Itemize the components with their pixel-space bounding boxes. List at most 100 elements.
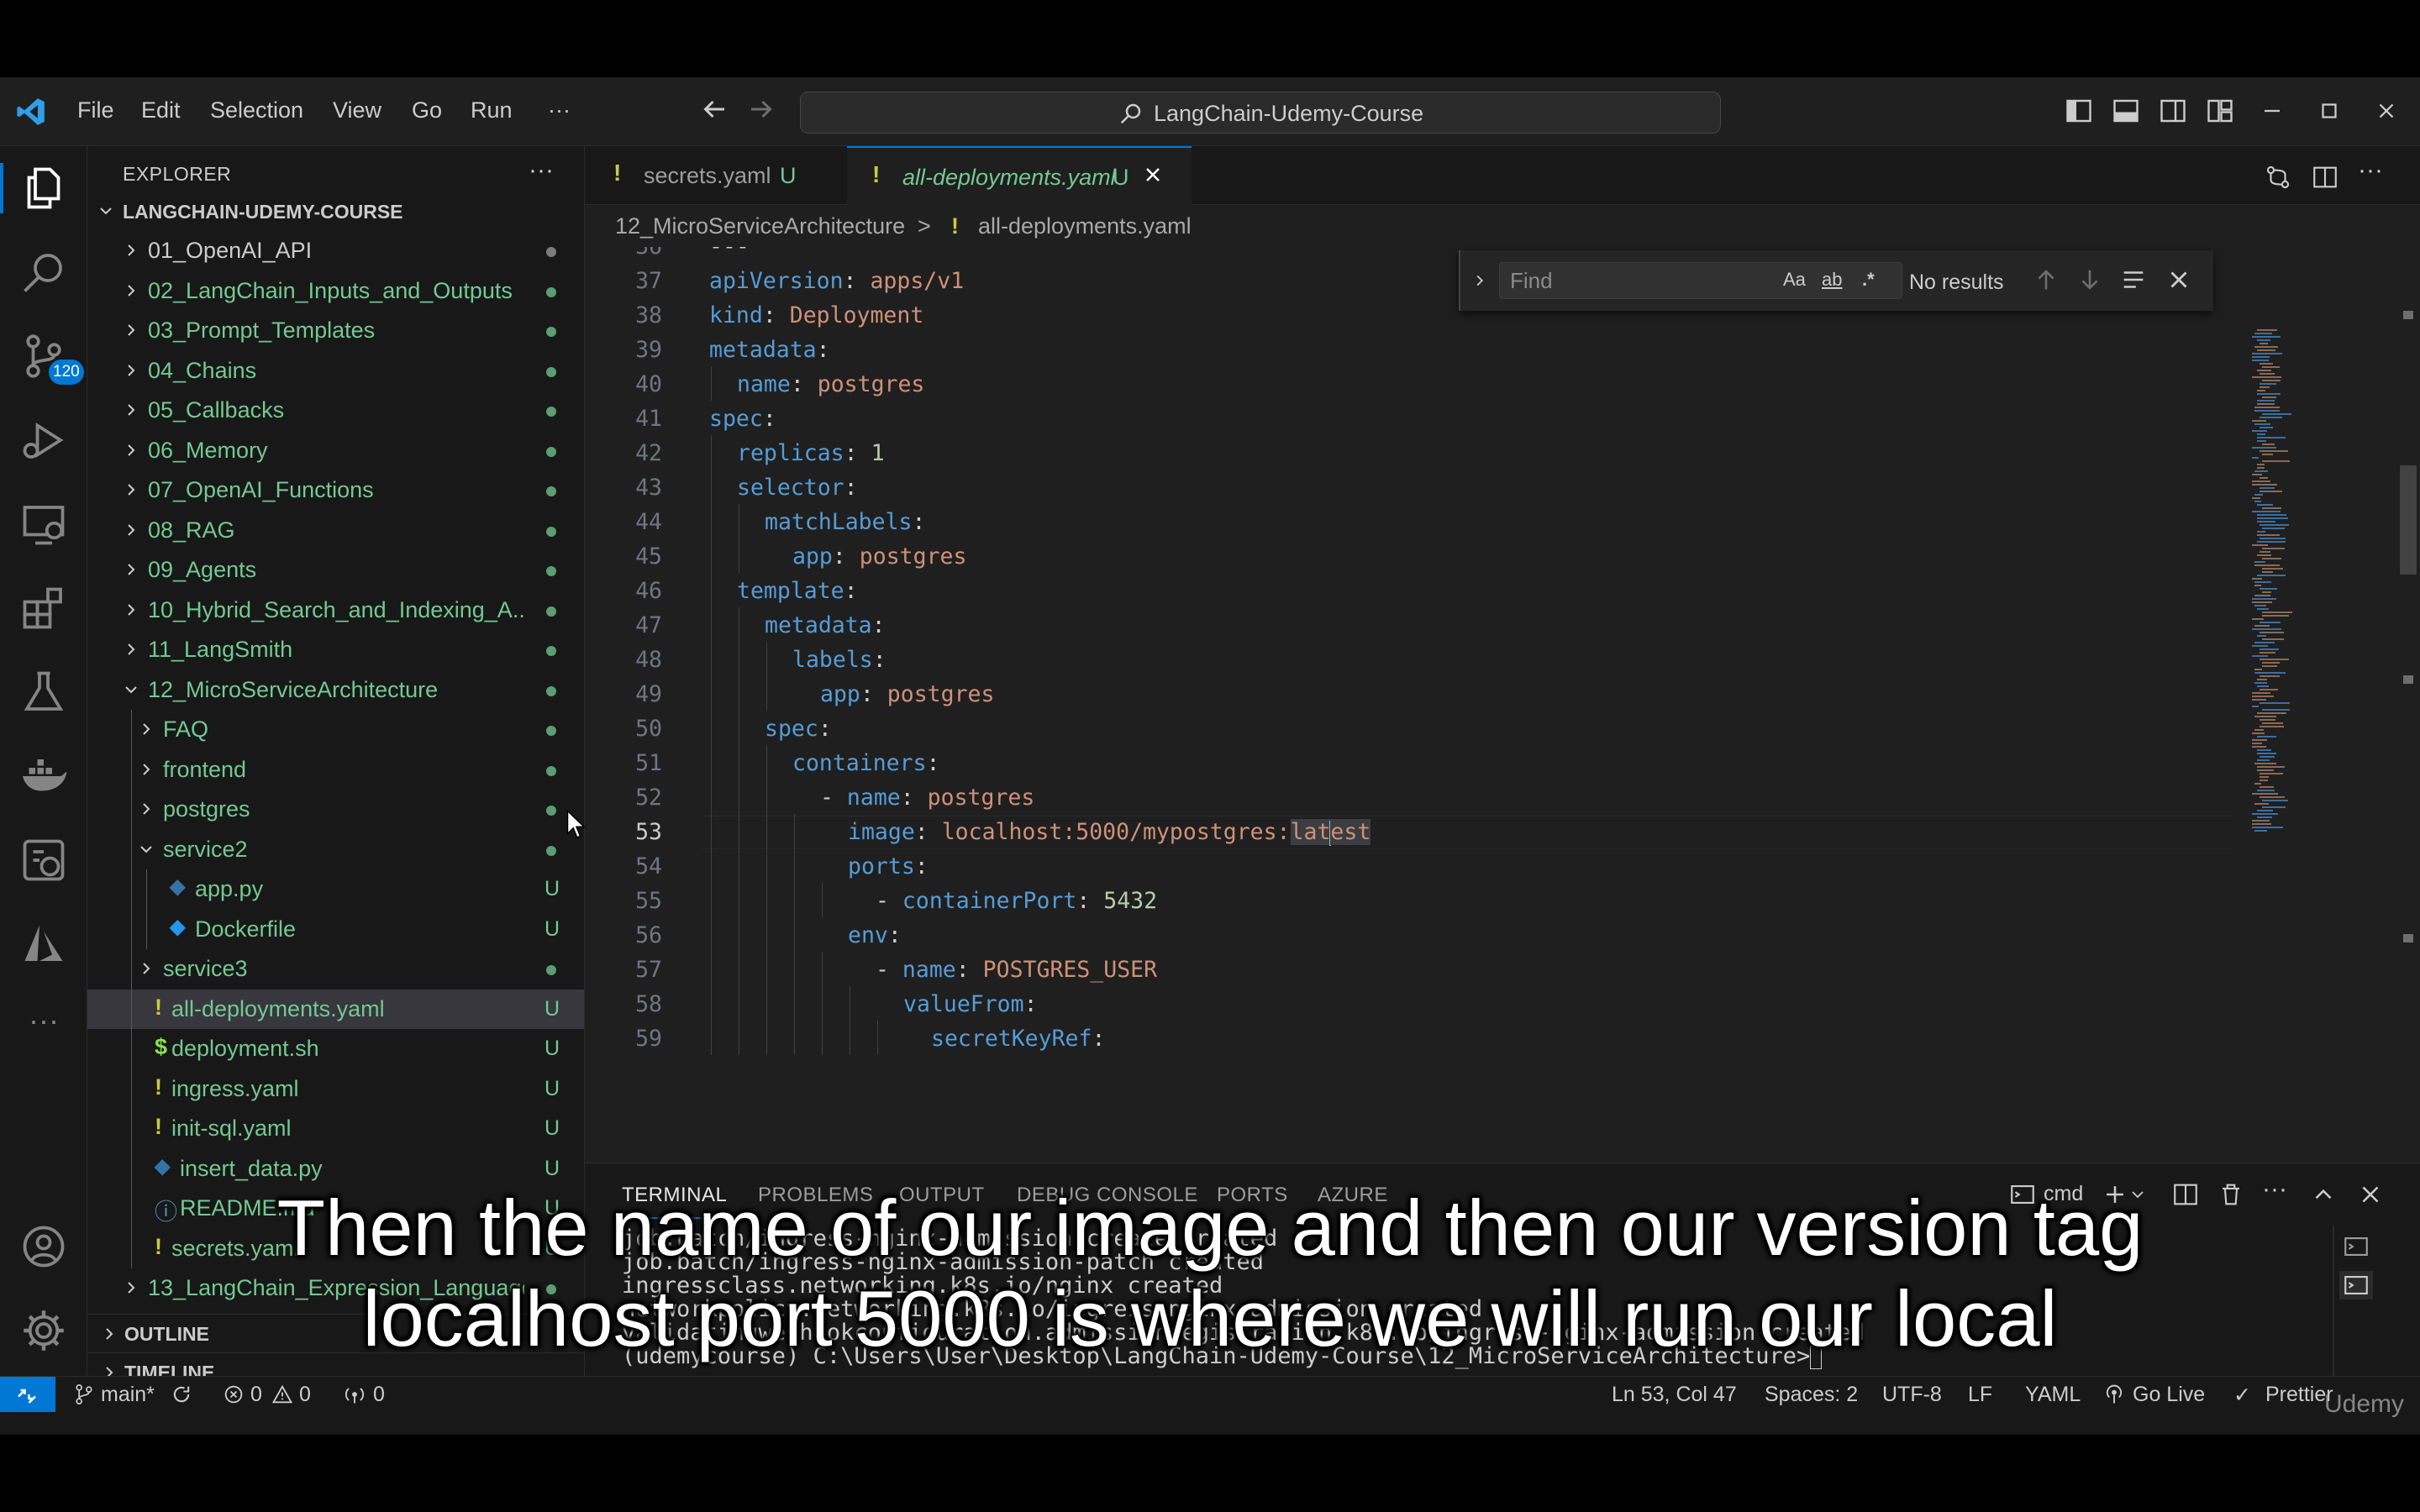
source-control-activity-button[interactable]: 120: [18, 331, 84, 385]
file-item[interactable]: ! ingress.yaml U: [87, 1069, 584, 1109]
menu-file[interactable]: File: [77, 97, 114, 123]
minimap-line: [2262, 662, 2280, 664]
explorer-activity-button[interactable]: [0, 163, 69, 213]
menu-view[interactable]: View: [333, 97, 381, 123]
folder-item[interactable]: 08_RAG: [87, 511, 584, 550]
folder-item[interactable]: 07_OpenAI_Functions: [87, 470, 584, 510]
go-live-button[interactable]: Go Live: [2133, 1383, 2205, 1407]
open-changes-icon[interactable]: [2264, 163, 2292, 192]
find-in-selection-icon[interactable]: [2119, 265, 2148, 294]
close-icon[interactable]: [2165, 265, 2193, 294]
folder-item[interactable]: frontend: [87, 750, 584, 790]
close-icon[interactable]: [1141, 163, 1165, 186]
toggle-primary-sidebar-icon[interactable]: [2064, 96, 2094, 126]
menu-selection[interactable]: Selection: [210, 97, 303, 123]
customize-layout-icon[interactable]: [2205, 96, 2235, 126]
check-icon: ✓: [2233, 1383, 2251, 1407]
editor-scrollbar[interactable]: [2391, 247, 2417, 1163]
minimap-line: [2260, 756, 2275, 758]
minimap-line: [2252, 447, 2276, 449]
minimap-line: [2262, 548, 2285, 549]
yaml-key: app: [792, 543, 833, 570]
chevron-right-icon: [143, 803, 150, 815]
back-arrow-icon[interactable]: [699, 94, 729, 124]
docker-activity-button[interactable]: [18, 751, 69, 801]
forward-arrow-icon[interactable]: [746, 94, 776, 124]
menu-edit[interactable]: Edit: [141, 97, 181, 123]
more-actions-icon[interactable]: ···: [2358, 156, 2386, 185]
search-activity-button[interactable]: [18, 247, 69, 297]
minimap[interactable]: [2249, 329, 2375, 850]
menu-more[interactable]: ···: [548, 97, 571, 123]
branch-name[interactable]: main*: [101, 1383, 155, 1407]
menu-go[interactable]: Go: [412, 97, 442, 123]
prettier-status[interactable]: Prettier: [2265, 1383, 2333, 1407]
tab-all-deployments-yaml[interactable]: ! all-deployments.yaml U: [847, 146, 1192, 205]
warning-icon[interactable]: [271, 1383, 294, 1406]
sync-icon[interactable]: [170, 1383, 193, 1406]
more-activities-icon[interactable]: ···: [18, 1003, 69, 1053]
close-window-icon[interactable]: [2371, 96, 2402, 126]
breadcrumb-folder[interactable]: 12_MicroServiceArchitecture: [615, 213, 905, 239]
file-item[interactable]: $ deployment.sh U: [87, 1029, 584, 1068]
command-center-search[interactable]: LangChain-Udemy-Course: [800, 92, 1721, 134]
file-item[interactable]: ◆ Dockerfile U: [87, 910, 584, 949]
folder-item[interactable]: 03_Prompt_Templates: [87, 311, 584, 350]
testing-activity-button[interactable]: [18, 667, 69, 717]
remote-explorer-activity-button[interactable]: [18, 499, 69, 549]
menu-run[interactable]: Run: [471, 97, 513, 123]
code-token: :: [843, 268, 871, 294]
kubernetes-activity-button[interactable]: [18, 835, 69, 885]
folder-item[interactable]: 09_Agents: [87, 550, 584, 590]
explorer-more-actions[interactable]: ···: [529, 156, 554, 185]
minimap-line: [2257, 759, 2270, 761]
folder-item[interactable]: 01_OpenAI_API: [87, 231, 584, 270]
folder-item[interactable]: 06_Memory: [87, 431, 584, 470]
arrow-down-icon[interactable]: [2075, 265, 2104, 294]
azure-activity-button[interactable]: [18, 919, 69, 969]
match-case-toggle[interactable]: Aa: [1783, 269, 1806, 291]
run-debug-activity-button[interactable]: [18, 415, 69, 465]
cursor-position[interactable]: Ln 53, Col 47: [1612, 1383, 1737, 1407]
code-editor[interactable]: 36 37 38 39 40 41 42 43 44 45 46 47 48 49 50 51 52 53 54 55…: [585, 247, 2420, 1163]
chevron-right-icon: [143, 763, 150, 775]
minimize-icon[interactable]: [2257, 96, 2287, 126]
extensions-activity-button[interactable]: [18, 583, 69, 633]
encoding[interactable]: UTF-8: [1882, 1383, 1942, 1407]
folder-item[interactable]: 05_Callbacks: [87, 391, 584, 430]
folder-item[interactable]: 04_Chains: [87, 351, 584, 391]
minimap-line: [2257, 339, 2270, 341]
indentation[interactable]: Spaces: 2: [1765, 1383, 1858, 1407]
arrow-up-icon[interactable]: [2032, 265, 2060, 294]
language-mode[interactable]: YAML: [2025, 1383, 2081, 1407]
file-item[interactable]: ◆ app.py U: [87, 869, 584, 909]
folder-item[interactable]: 02_LangChain_Inputs_and_Outputs: [87, 271, 584, 311]
error-icon[interactable]: [222, 1383, 245, 1406]
file-item[interactable]: ! all-deployments.yaml U: [87, 989, 584, 1029]
toggle-panel-icon[interactable]: [2111, 96, 2141, 126]
folder-item[interactable]: FAQ: [87, 710, 584, 749]
end-of-line[interactable]: LF: [1968, 1383, 1992, 1407]
file-item[interactable]: ! init-sql.yaml U: [87, 1109, 584, 1148]
remote-indicator[interactable]: [0, 1377, 55, 1412]
chevron-right-icon[interactable]: [1470, 269, 1489, 292]
folder-item[interactable]: postgres: [87, 790, 584, 829]
breadcrumb-file[interactable]: all-deployments.yaml: [978, 213, 1192, 239]
regex-toggle[interactable]: .*: [1862, 269, 1875, 291]
match-whole-word-toggle[interactable]: ab: [1822, 269, 1842, 291]
code-line: kind: Deployment: [709, 302, 923, 328]
yaml-value: apps/v1: [870, 268, 965, 294]
ports-icon[interactable]: [343, 1383, 366, 1406]
folder-item[interactable]: service3: [87, 949, 584, 989]
split-editor-icon[interactable]: [2311, 163, 2339, 192]
tab-secrets-yaml[interactable]: ! secrets.yaml U: [585, 146, 847, 205]
editor-tab-bar: ! secrets.yaml U ! all-deployments.yaml …: [585, 146, 2420, 205]
folder-item[interactable]: service2: [87, 830, 584, 869]
toggle-secondary-sidebar-icon[interactable]: [2158, 96, 2188, 126]
folder-item[interactable]: 10_Hybrid_Search_and_Indexing_A...: [87, 591, 584, 630]
chevron-right-icon: [128, 444, 135, 456]
folder-item[interactable]: 12_MicroServiceArchitecture: [87, 670, 584, 710]
maximize-icon[interactable]: [2314, 96, 2344, 126]
workspace-root[interactable]: LANGCHAIN-UDEMY-COURSE: [87, 192, 584, 231]
folder-item[interactable]: 11_LangSmith: [87, 630, 584, 669]
